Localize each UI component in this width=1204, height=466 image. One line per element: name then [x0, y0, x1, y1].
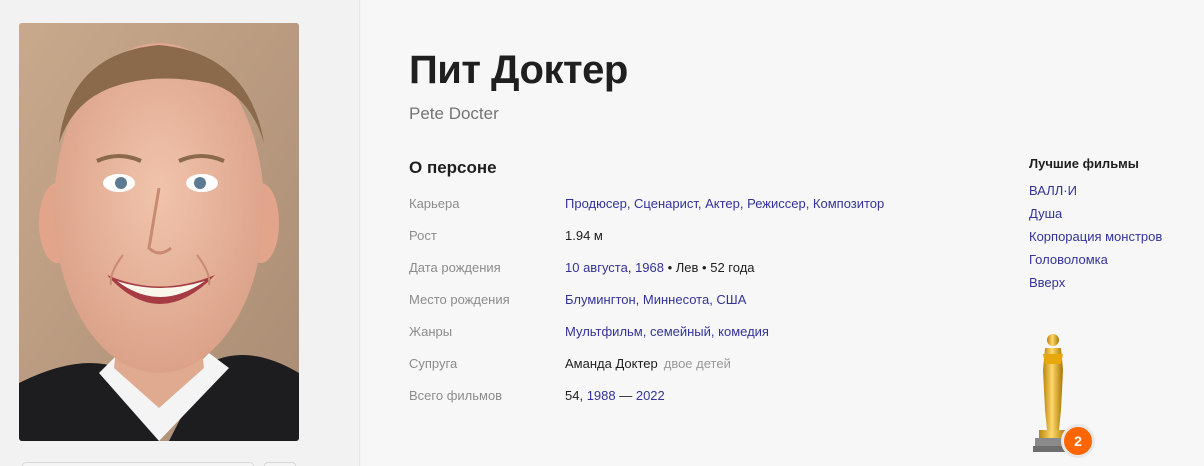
- spouse-note: двое детей: [663, 356, 731, 371]
- height-value: 1.94 м: [565, 228, 603, 243]
- best-film-link[interactable]: Головоломка: [1029, 252, 1199, 275]
- zodiac-sign: • Лев •: [664, 260, 711, 275]
- row-birthplace: Место рождения Блумингтон, Миннесота, СШ…: [409, 292, 969, 324]
- birth-year-link[interactable]: 1968: [635, 260, 664, 275]
- best-film-link[interactable]: Душа: [1029, 206, 1199, 229]
- row-label: Рост: [409, 228, 437, 243]
- row-label: Всего фильмов: [409, 388, 503, 403]
- photo-action-button[interactable]: [22, 462, 254, 466]
- best-films: Лучшие фильмы ВАЛЛ·И Душа Корпорация мон…: [1029, 156, 1199, 298]
- row-total-films: Всего фильмов 54, 1988 — 2022: [409, 388, 969, 420]
- row-label: Дата рождения: [409, 260, 501, 275]
- left-column: [0, 0, 360, 466]
- last-year-link[interactable]: 2022: [636, 388, 665, 403]
- row-label: Место рождения: [409, 292, 510, 307]
- birthplace-link[interactable]: Блумингтон, Миннесота, США: [565, 292, 746, 307]
- best-film-link[interactable]: Вверх: [1029, 275, 1199, 298]
- best-film-link[interactable]: ВАЛЛ·И: [1029, 183, 1199, 206]
- person-name: Пит Доктер: [409, 48, 628, 92]
- films-count: 54,: [565, 388, 587, 403]
- row-genres: Жанры Мультфильм, семейный, комедия: [409, 324, 969, 356]
- row-label: Жанры: [409, 324, 453, 339]
- best-films-heading: Лучшие фильмы: [1029, 156, 1139, 171]
- person-photo[interactable]: [19, 23, 299, 441]
- first-year-link[interactable]: 1988: [587, 388, 616, 403]
- row-label: Супруга: [409, 356, 458, 371]
- best-film-link[interactable]: Корпорация монстров: [1029, 229, 1199, 252]
- birth-date-link[interactable]: 10 августа: [565, 260, 628, 275]
- about-table: Карьера Продюсер, Сценарист, Актер, Режи…: [409, 196, 969, 420]
- genres-link[interactable]: Мультфильм, семейный, комедия: [565, 324, 769, 339]
- photo-more-button[interactable]: [264, 462, 296, 466]
- spouse-name: Аманда Доктер: [565, 356, 658, 371]
- career-link[interactable]: Продюсер, Сценарист, Актер, Режиссер, Ко…: [565, 196, 884, 211]
- row-height: Рост 1.94 м: [409, 228, 969, 260]
- age: 52 года: [710, 260, 755, 275]
- about-heading: О персоне: [409, 158, 497, 177]
- person-original-name: Pete Docter: [409, 104, 499, 123]
- row-label: Карьера: [409, 196, 460, 211]
- row-spouse: Супруга Аманда Доктер двое детей: [409, 356, 969, 388]
- row-birthdate: Дата рождения 10 августа, 1968 • Лев • 5…: [409, 260, 969, 292]
- separator: ,: [627, 260, 636, 275]
- row-career: Карьера Продюсер, Сценарист, Актер, Режи…: [409, 196, 969, 228]
- dash: —: [615, 388, 636, 403]
- oscar-count-badge: 2: [1061, 424, 1095, 458]
- main-content: Пит Доктер Pete Docter О персоне Карьера…: [361, 0, 1204, 466]
